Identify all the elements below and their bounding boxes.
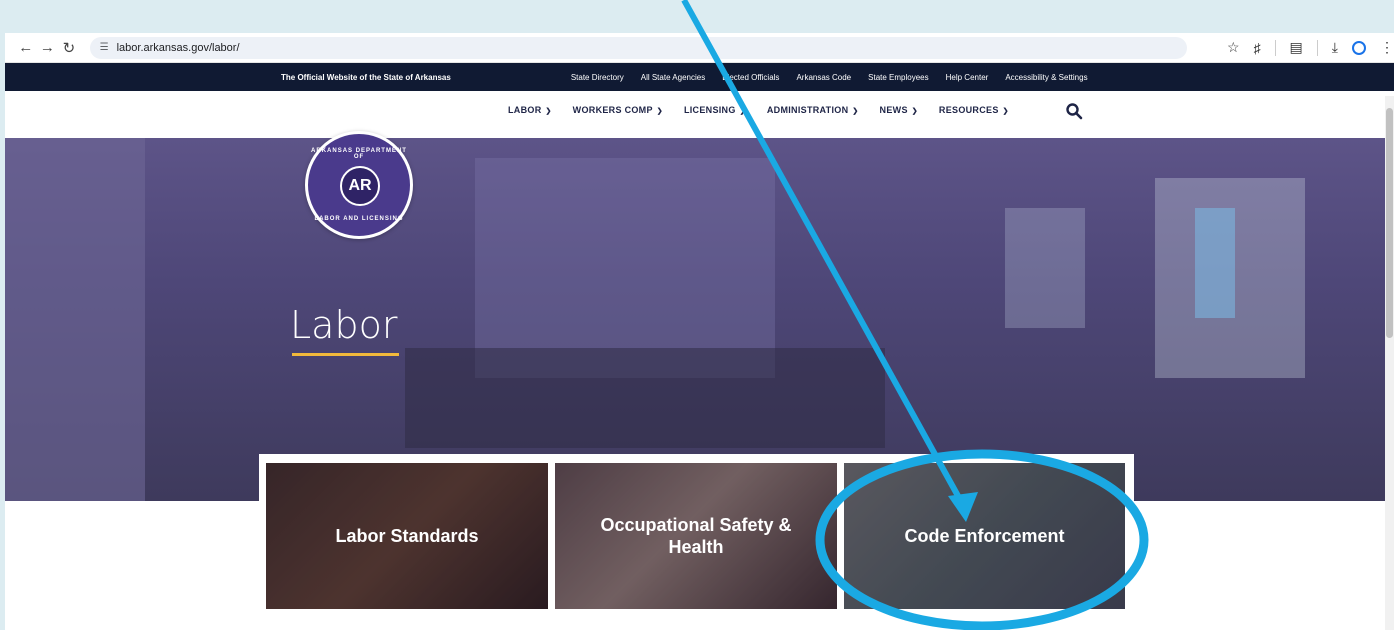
utility-links: State Directory All State Agencies Elect… [571, 73, 1088, 82]
nav-item-news[interactable]: NEWS ❯ [880, 105, 918, 115]
extensions-icon[interactable]: ♯ [1254, 40, 1261, 56]
logo-top-text: ARKANSAS DEPARTMENT OF [311, 148, 407, 160]
card-labor-standards[interactable]: Labor Standards [266, 463, 548, 609]
site-settings-icon[interactable]: ☰ [100, 42, 109, 53]
utility-link-state-directory[interactable]: State Directory [571, 73, 624, 82]
card-label: Occupational Safety & Health [600, 515, 792, 557]
browser-window: ← → ↻ ☰ labor.arkansas.gov/labor/ ☆ ♯ ▤ … [5, 33, 1394, 630]
nav-label: ADMINISTRATION [766, 105, 849, 115]
official-site-text: The Official Website of the State of Ark… [281, 72, 451, 82]
chevron-down-icon: ❯ [852, 108, 859, 115]
bookmark-star-icon[interactable]: ☆ [1227, 39, 1240, 56]
hero-banner: Labor [5, 138, 1394, 501]
agency-logo[interactable]: ARKANSAS DEPARTMENT OF AR LABOR AND LICE… [305, 131, 413, 239]
title-underline [292, 353, 399, 356]
chevron-down-icon: ❯ [545, 108, 552, 115]
hero-bg-shape [475, 158, 775, 378]
page-title: Labor [290, 303, 398, 347]
card-label: Code Enforcement [904, 526, 1065, 546]
site-header: LABOR ❯ WORKERS COMP ❯ LICENSING ❯ ADMINIST… [5, 91, 1394, 135]
download-icon[interactable]: ⤓ [1332, 39, 1338, 56]
back-icon[interactable]: ← [15, 39, 37, 56]
hero-bg-desk [405, 348, 885, 448]
menu-dots-icon[interactable]: ⋮ [1380, 39, 1394, 56]
toolbar-divider [1316, 39, 1318, 56]
address-bar[interactable]: ☰ labor.arkansas.gov/labor/ [89, 36, 1187, 59]
reload-icon[interactable]: ↻ [58, 39, 80, 57]
utility-link-state-employees[interactable]: State Employees [868, 73, 928, 82]
nav-label: LABOR [508, 105, 542, 115]
browser-toolbar: ← → ↻ ☰ labor.arkansas.gov/labor/ ☆ ♯ ▤ … [5, 33, 1394, 63]
card-occupational-safety[interactable]: Occupational Safety & Health [555, 463, 837, 609]
nav-label: NEWS [879, 105, 908, 115]
utility-link-accessibility[interactable]: Accessibility & Settings [1005, 73, 1087, 82]
hero-bg-frame [1005, 208, 1085, 328]
logo-center: AR [340, 166, 380, 206]
chevron-down-icon: ❯ [656, 108, 663, 115]
profile-icon[interactable] [1351, 40, 1366, 55]
nav-label: RESOURCES [938, 105, 999, 115]
card-label: Labor Standards [335, 526, 479, 546]
hero-bg-art [1195, 208, 1235, 318]
main-nav: LABOR ❯ WORKERS COMP ❯ LICENSING ❯ ADMINIST… [508, 105, 1009, 115]
card-code-enforcement[interactable]: Code Enforcement [844, 463, 1125, 609]
utility-link-help-center[interactable]: Help Center [946, 73, 989, 82]
utility-bar: The Official Website of the State of Ark… [5, 63, 1394, 91]
url-text: labor.arkansas.gov/labor/ [116, 41, 240, 54]
nav-item-administration[interactable]: ADMINISTRATION ❯ [767, 105, 859, 115]
nav-item-workers-comp[interactable]: WORKERS COMP ❯ [573, 105, 663, 115]
utility-link-all-state-agencies[interactable]: All State Agencies [641, 73, 705, 82]
search-icon[interactable] [1065, 102, 1083, 120]
nav-item-licensing[interactable]: LICENSING ❯ [684, 105, 746, 115]
logo-bottom-text: LABOR AND LICENSING [314, 216, 404, 222]
nav-item-resources[interactable]: RESOURCES ❯ [939, 105, 1009, 115]
chevron-down-icon: ❯ [739, 108, 746, 115]
hero-bg-shape [5, 138, 145, 501]
reading-mode-icon[interactable]: ▤ [1290, 39, 1303, 56]
scrollbar-thumb[interactable] [1386, 108, 1393, 338]
chevron-down-icon: ❯ [1002, 108, 1009, 115]
nav-item-labor[interactable]: LABOR ❯ [508, 105, 552, 115]
forward-icon[interactable]: → [37, 39, 59, 56]
utility-link-arkansas-code[interactable]: Arkansas Code [796, 73, 851, 82]
nav-label: WORKERS COMP [572, 105, 653, 115]
nav-label: LICENSING [683, 105, 736, 115]
utility-link-elected-officials[interactable]: Elected Officials [722, 73, 779, 82]
toolbar-divider [1274, 39, 1276, 56]
chevron-down-icon: ❯ [911, 108, 918, 115]
page-scrollbar[interactable] [1385, 96, 1394, 630]
